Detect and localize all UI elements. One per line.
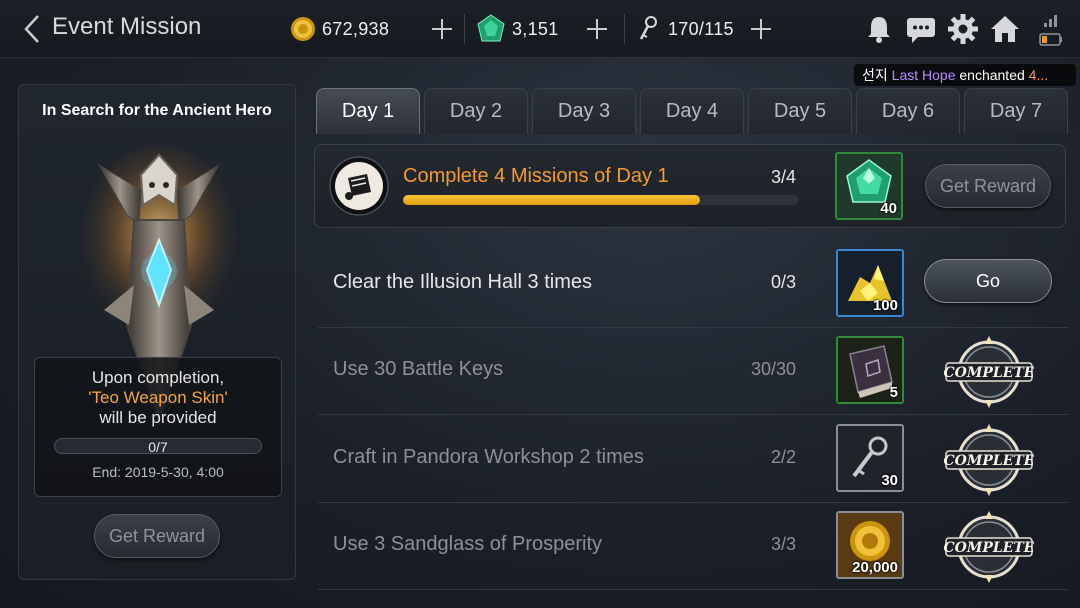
main-mission-title: Complete 4 Missions of Day 1: [403, 165, 669, 187]
mission-name: Use 30 Battle Keys: [333, 358, 504, 380]
reward-line-1: Upon completion,: [91, 368, 225, 387]
go-button[interactable]: Go: [924, 259, 1052, 303]
mission-row: Clear the Illusion Hall 3 times 0/3 100 Go: [318, 241, 1068, 328]
chat-ticker: 선지 Last Hope enchanted 4...: [854, 64, 1076, 86]
page-title: Event Mission: [52, 13, 202, 40]
ticker-user: 선지: [862, 67, 888, 83]
signal-battery-icon: [1039, 15, 1062, 46]
reward-quantity: 40: [880, 200, 897, 217]
bell-icon[interactable]: [862, 12, 896, 46]
ticker-item: Last Hope: [891, 67, 956, 83]
event-end-date: End: 2019-5-30, 4:00: [92, 464, 224, 480]
battle-key-icon: [639, 16, 657, 40]
scroll-icon: [329, 156, 389, 216]
event-progress-text: 0/7: [148, 439, 168, 455]
event-get-reward-button[interactable]: Get Reward: [94, 514, 220, 558]
divider: [624, 14, 625, 44]
reward-quantity: 5: [889, 384, 898, 401]
ticker-level: 4...: [1028, 67, 1049, 83]
mission-reward[interactable]: 20,000: [836, 511, 904, 579]
gem-amount: 3,151: [512, 18, 559, 39]
tab-day-3[interactable]: Day 3: [532, 88, 636, 134]
reward-info-box: Upon completion, 'Teo Weapon Skin' will …: [34, 357, 282, 497]
add-gold-button[interactable]: [427, 14, 457, 44]
mission-name: Use 3 Sandglass of Prosperity: [333, 533, 603, 555]
back-arrow-icon[interactable]: [18, 12, 46, 46]
divider: [464, 14, 465, 44]
chat-icon[interactable]: [904, 12, 938, 46]
mission-row: Use 3 Sandglass of Prosperity 3/3 20,000 CO…: [318, 503, 1068, 590]
tab-day-7[interactable]: Day 7: [964, 88, 1068, 134]
complete-badge-icon: COMPLETE: [944, 509, 1035, 585]
mission-count: 2/2: [770, 447, 796, 467]
reward-line-3: will be provided: [99, 408, 217, 427]
mission-count: 3/3: [770, 534, 796, 554]
mission-name: Clear the Illusion Hall 3 times: [333, 271, 592, 293]
main-mission-card: Complete 4 Missions of Day 1 3/4 40 Get …: [314, 144, 1066, 228]
svg-text:COMPLETE: COMPLETE: [944, 365, 1034, 381]
mission-name: Craft in Pandora Workshop 2 times: [333, 446, 644, 468]
top-bar: Event Mission 672,938 3,151 170/115: [0, 0, 1080, 58]
main-mission-reward[interactable]: 40: [835, 152, 903, 220]
main-mission-get-reward-button[interactable]: Get Reward: [925, 164, 1051, 208]
key-counter: 170/115: [636, 0, 734, 58]
complete-badge-icon: COMPLETE: [944, 334, 1035, 410]
event-reward-panel: In Search for the Ancient Hero Upon comp…: [18, 84, 296, 580]
add-keys-button[interactable]: [746, 14, 776, 44]
mission-row: Craft in Pandora Workshop 2 times 2/2 30 CO…: [318, 416, 1068, 503]
mission-reward[interactable]: 100: [836, 249, 904, 317]
key-amount: 170/115: [668, 18, 734, 39]
tab-day-1[interactable]: Day 1: [316, 88, 420, 134]
main-mission-progress-bar: [403, 195, 799, 205]
svg-text:COMPLETE: COMPLETE: [944, 453, 1034, 469]
home-icon[interactable]: [988, 12, 1022, 46]
reward-item-name: 'Teo Weapon Skin': [88, 388, 228, 407]
add-gems-button[interactable]: [582, 14, 612, 44]
reward-quantity: 20,000: [852, 559, 898, 576]
gold-coin-icon: [291, 17, 315, 41]
green-gem-icon: [477, 14, 505, 42]
mission-row: Use 30 Battle Keys 30/30 5 COMPLETE: [318, 328, 1068, 415]
mission-count: 30/30: [750, 359, 796, 379]
mission-reward[interactable]: 5: [836, 336, 904, 404]
reward-quantity: 100: [872, 297, 898, 314]
reward-quantity: 30: [881, 472, 898, 489]
gem-counter: 3,151: [476, 0, 559, 58]
event-title: In Search for the Ancient Hero: [42, 102, 272, 119]
main-mission-count: 3/4: [771, 167, 797, 187]
gold-counter: 672,938: [290, 0, 389, 58]
svg-text:COMPLETE: COMPLETE: [944, 540, 1034, 556]
gear-icon[interactable]: [946, 12, 980, 46]
tab-day-5[interactable]: Day 5: [748, 88, 852, 134]
mission-count: 0/3: [770, 272, 796, 292]
tab-day-2[interactable]: Day 2: [424, 88, 528, 134]
tab-day-6[interactable]: Day 6: [856, 88, 960, 134]
tab-day-4[interactable]: Day 4: [640, 88, 744, 134]
complete-badge-icon: COMPLETE: [944, 422, 1035, 498]
ticker-action: enchanted: [959, 67, 1025, 83]
mission-reward[interactable]: 30: [836, 424, 904, 492]
main-mission-progress-fill: [403, 195, 700, 205]
gold-amount: 672,938: [322, 18, 390, 39]
